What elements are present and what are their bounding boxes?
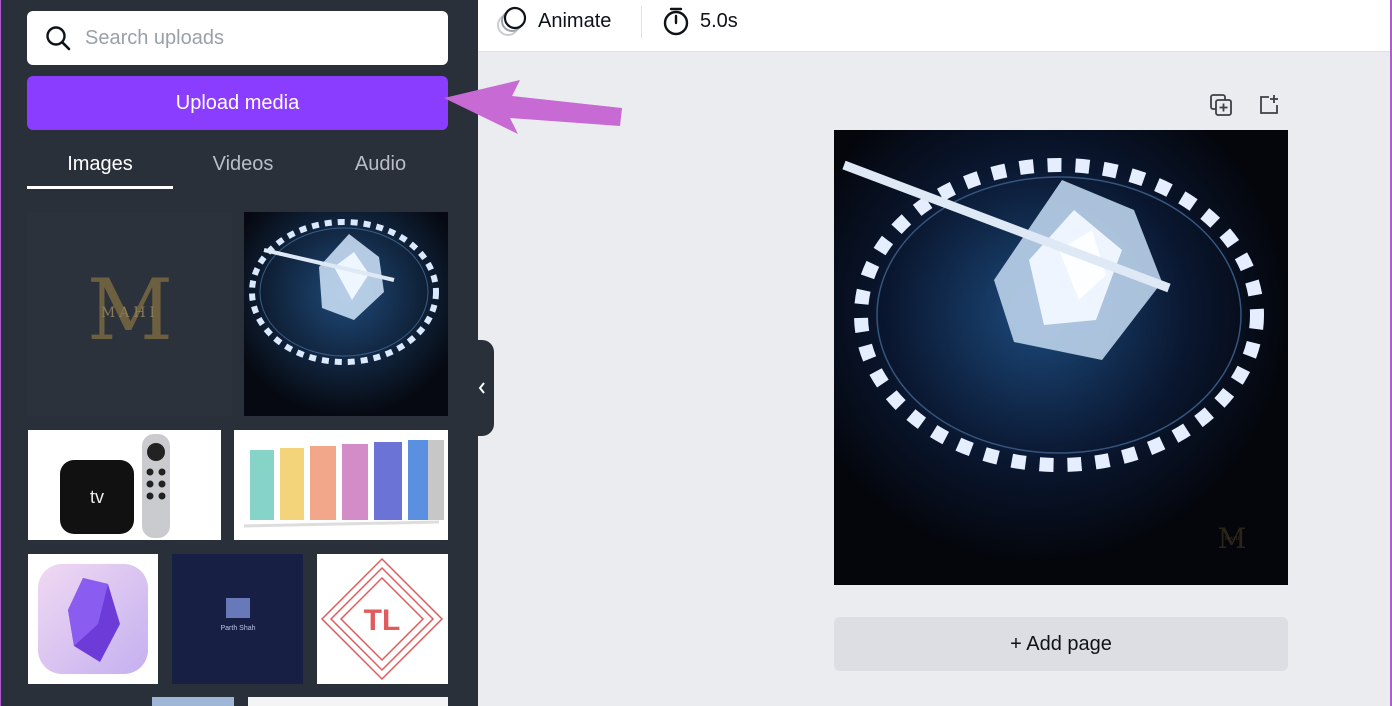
chevron-left-icon — [478, 382, 485, 394]
upload-thumbnail-imacs[interactable] — [234, 430, 448, 540]
upload-thumbnail-parth-shah[interactable]: Parth Shah — [172, 554, 303, 684]
search-input[interactable] — [85, 26, 415, 50]
imac-lineup-icon — [243, 440, 444, 528]
page-tools — [1208, 92, 1284, 120]
add-page-icon — [1260, 95, 1278, 114]
upload-thumbnail-mahi-logo[interactable]: M MAHI — [27, 212, 232, 416]
editor-toolbar: Animate 5.0s — [478, 0, 1392, 52]
upload-thumbnail-diamond[interactable] — [244, 212, 448, 416]
design-page-canvas[interactable]: M MAHI — [834, 130, 1288, 585]
svg-text:Parth Shah: Parth Shah — [220, 625, 255, 632]
upload-thumbnail-partial[interactable] — [248, 697, 448, 706]
tab-audio[interactable]: Audio — [313, 140, 448, 188]
svg-text:MAHI: MAHI — [100, 305, 158, 321]
upload-media-button[interactable]: Upload media — [27, 76, 448, 130]
media-tabs: Images Videos Audio — [27, 140, 448, 190]
toolbar-divider — [641, 6, 642, 38]
diamond-image-icon — [244, 212, 448, 416]
apple-tv-icon: tv — [60, 434, 170, 538]
active-tab-indicator — [27, 186, 173, 189]
obsidian-app-icon — [38, 564, 148, 674]
animate-icon — [497, 6, 527, 36]
upload-thumbnail-apple-tv[interactable]: tv — [28, 430, 221, 540]
tab-videos[interactable]: Videos — [173, 140, 313, 188]
duration-label: 5.0s — [700, 9, 738, 32]
mahi-logo-icon: M MAHI — [86, 269, 172, 359]
search-icon — [46, 26, 71, 51]
svg-text:tv: tv — [90, 487, 104, 507]
parth-shah-logo-icon: Parth Shah — [220, 598, 256, 632]
add-page-button[interactable]: + Add page — [834, 617, 1288, 671]
tl-logo-icon: TL — [320, 557, 444, 681]
diamond-photo-icon: M MAHI — [834, 130, 1288, 585]
upload-thumbnail-partial[interactable] — [28, 697, 138, 706]
animate-button[interactable]: Animate — [496, 4, 611, 38]
search-bar[interactable] — [27, 11, 448, 65]
animate-label: Animate — [538, 9, 612, 32]
uploads-panel: Upload media Images Videos Audio M MAHI — [0, 0, 478, 706]
upload-thumbnail-partial[interactable] — [152, 697, 234, 706]
add-page-icon-button[interactable] — [1256, 92, 1282, 118]
duplicate-icon — [1210, 94, 1232, 116]
tab-images[interactable]: Images — [27, 140, 173, 188]
upload-thumbnail-tl-logo[interactable]: TL — [317, 554, 448, 684]
annotation-arrow-icon — [444, 80, 622, 134]
svg-text:MAHI: MAHI — [1224, 536, 1239, 542]
duplicate-page-button[interactable] — [1208, 92, 1234, 118]
collapse-panel-button[interactable] — [470, 340, 494, 436]
svg-text:TL: TL — [364, 604, 401, 637]
timer-icon — [663, 7, 689, 36]
duration-button[interactable]: 5.0s — [662, 4, 738, 38]
upload-thumbnail-obsidian[interactable] — [28, 554, 158, 684]
